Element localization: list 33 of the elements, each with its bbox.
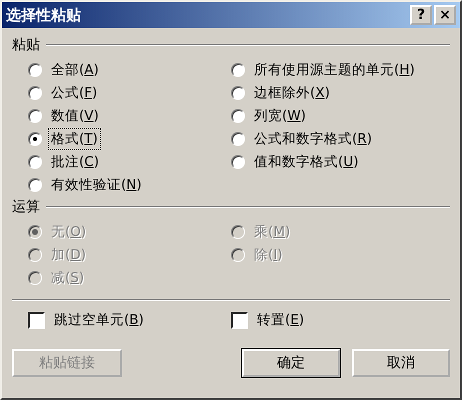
close-button[interactable]: × [434,5,456,25]
radio-label[interactable]: 数值(V) [48,104,102,126]
radio-button[interactable] [231,86,246,100]
radio-label[interactable]: 格式(T) [48,128,101,150]
radio-label[interactable]: 所有使用源主题的单元(H) [251,58,418,80]
radio-label[interactable]: 有效性验证(N) [48,174,145,196]
checkbox-label[interactable]: 转置(E) [254,309,308,331]
checkbox-label[interactable]: 跳过空单元(B) [51,309,147,331]
radio-button[interactable] [231,62,246,76]
radio-button[interactable] [231,108,246,122]
cancel-button[interactable]: 取消 [352,349,450,377]
radio-button[interactable] [231,154,246,168]
radio-button[interactable] [28,178,42,192]
radio-button[interactable] [231,132,246,146]
radio-button[interactable] [28,154,42,168]
ok-button[interactable]: 确定 [242,349,340,377]
radio-button[interactable] [28,132,42,146]
radio-label[interactable]: 值和数字格式(U) [251,150,362,172]
group-label: 粘贴 [12,36,40,54]
radio-label[interactable]: 边框除外(X) [251,82,333,104]
radio-label[interactable]: 公式和数字格式(R) [251,128,375,150]
checkbox[interactable] [231,312,248,328]
radio-button[interactable] [28,108,42,122]
help-button[interactable]: ? [410,5,432,25]
radio-button[interactable] [28,86,42,100]
radio-label[interactable]: 列宽(W) [251,104,309,126]
radio-label[interactable]: 全部(A) [48,58,102,80]
radio-label[interactable]: 公式(F) [48,82,100,104]
checkbox[interactable] [28,312,45,328]
radio-label[interactable]: 批注(C) [48,150,102,172]
radio-button[interactable] [28,62,42,76]
window-title: 选择性粘贴 [6,6,81,24]
group-label: 运算 [12,198,40,216]
